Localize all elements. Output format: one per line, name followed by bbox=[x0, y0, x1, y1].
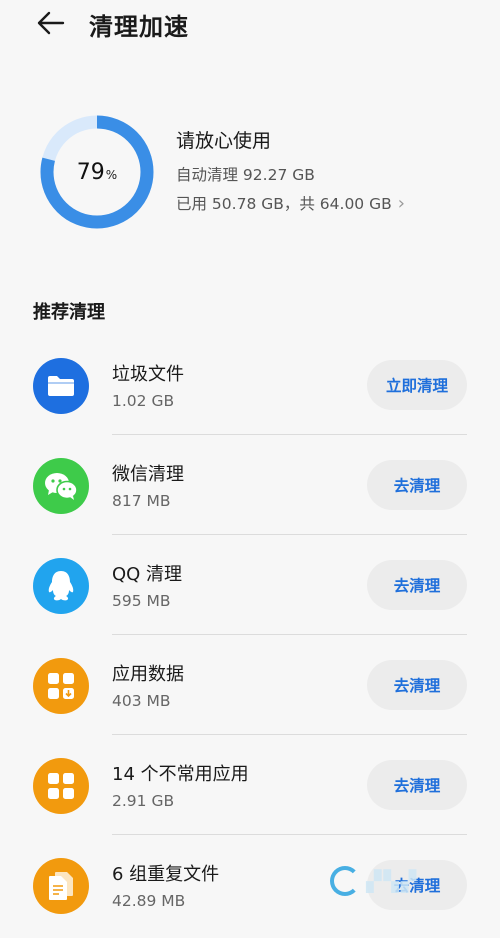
storage-usage-text: 已用 50.78 GB，共 64.00 GB bbox=[176, 195, 392, 213]
clean-button[interactable]: 去清理 bbox=[367, 460, 467, 510]
item-name: 6 组重复文件 bbox=[112, 864, 220, 885]
item-name: 微信清理 bbox=[112, 464, 184, 485]
divider bbox=[112, 734, 467, 735]
item-size: 42.89 MB bbox=[112, 892, 186, 910]
clean-button[interactable]: 去清理 bbox=[367, 560, 467, 610]
watermark-logo: ▞▚▞ bbox=[330, 866, 418, 896]
item-name: 垃圾文件 bbox=[112, 364, 184, 385]
clean-button[interactable]: 去清理 bbox=[367, 660, 467, 710]
list-item-duplicate-files[interactable]: 6 组重复文件 42.89 MB 去清理 bbox=[0, 836, 500, 936]
folder-icon bbox=[33, 358, 89, 414]
list-item-wechat[interactable]: 微信清理 817 MB 去清理 bbox=[0, 436, 500, 536]
arrow-left-icon[interactable] bbox=[34, 8, 66, 38]
qq-penguin-icon bbox=[33, 558, 89, 614]
clean-button[interactable]: 去清理 bbox=[367, 760, 467, 810]
auto-clean-text: 自动清理 92.27 GB bbox=[176, 166, 315, 184]
wechat-icon bbox=[33, 458, 89, 514]
divider bbox=[112, 434, 467, 435]
list-item-junk-files[interactable]: 垃圾文件 1.02 GB 立即清理 bbox=[0, 336, 500, 436]
storage-status: 请放心使用 bbox=[176, 130, 272, 152]
item-size: 403 MB bbox=[112, 692, 171, 710]
list-item-unused-apps[interactable]: 14 个不常用应用 2.91 GB 去清理 bbox=[0, 736, 500, 836]
item-name: QQ 清理 bbox=[112, 564, 183, 585]
section-title: 推荐清理 bbox=[33, 302, 105, 323]
item-size: 595 MB bbox=[112, 592, 171, 610]
clean-now-button[interactable]: 立即清理 bbox=[367, 360, 467, 410]
storage-summary[interactable]: 79 % 请放心使用 自动清理 92.27 GB 已用 50.78 GB，共 6… bbox=[0, 108, 500, 238]
storage-percent-unit: % bbox=[105, 168, 118, 182]
item-name: 14 个不常用应用 bbox=[112, 764, 249, 785]
app-data-icon bbox=[33, 658, 89, 714]
storage-percent-value: 79 bbox=[76, 159, 105, 185]
item-size: 1.02 GB bbox=[112, 392, 175, 410]
app-header: 清理加速 bbox=[0, 0, 500, 46]
watermark-circle-icon bbox=[330, 866, 360, 896]
divider bbox=[112, 834, 467, 835]
apps-grid-icon bbox=[33, 758, 89, 814]
watermark-mark: ▞▚▞ bbox=[366, 869, 419, 893]
item-name: 应用数据 bbox=[112, 664, 184, 685]
divider bbox=[112, 634, 467, 635]
list-item-qq[interactable]: QQ 清理 595 MB 去清理 bbox=[0, 536, 500, 636]
page-title: 清理加速 bbox=[89, 13, 189, 41]
list-item-app-data[interactable]: 应用数据 403 MB 去清理 bbox=[0, 636, 500, 736]
duplicate-files-icon bbox=[33, 858, 89, 914]
storage-usage-link[interactable]: 已用 50.78 GB，共 64.00 GB › bbox=[176, 192, 405, 214]
item-size: 817 MB bbox=[112, 492, 171, 510]
storage-percent: 79 % bbox=[40, 115, 154, 229]
item-size: 2.91 GB bbox=[112, 792, 175, 810]
chevron-right-icon: › bbox=[397, 192, 405, 214]
divider bbox=[112, 534, 467, 535]
